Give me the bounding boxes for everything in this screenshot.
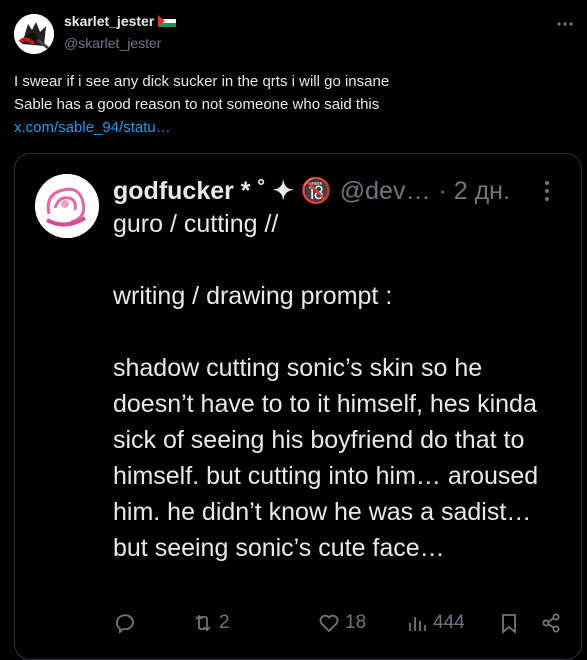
attached-image[interactable]: godfucker * ˚ ✦ 🔞 @dev… · 2 дн. guro / c… (14, 153, 582, 660)
reply-action (113, 606, 137, 640)
quoted-avatar-image (35, 174, 99, 238)
author-avatar[interactable] (14, 14, 54, 54)
avatar-image (14, 14, 54, 54)
palestine-flag-icon (158, 15, 177, 27)
more-horizontal-icon (557, 22, 573, 26)
quoted-header: godfucker * ˚ ✦ 🔞 @dev… · 2 дн. (113, 176, 510, 206)
views-action: 444 (405, 606, 465, 640)
heart-icon (319, 614, 339, 633)
quoted-action-bar: 2 18 444 (113, 606, 560, 640)
author-name-row: skarlet_jester (64, 13, 177, 29)
share-icon (542, 613, 560, 633)
repost-icon (195, 614, 211, 632)
like-count: 18 (345, 612, 367, 633)
quoted-timestamp: · 2 дн. (438, 176, 510, 205)
quoted-paragraph: guro / cutting // (113, 210, 279, 238)
repost-action: 2 (191, 606, 230, 640)
quoted-paragraph: shadow cutting sonic’s skin so he doesn’… (113, 354, 539, 562)
author-display-name[interactable]: skarlet_jester (64, 13, 154, 29)
quoted-display-name: godfucker * ˚ ✦ 🔞 (113, 177, 332, 205)
quoted-handle: @dev… (339, 176, 431, 205)
bookmark-icon (502, 614, 516, 634)
repost-count: 2 (219, 612, 230, 633)
views-icon (409, 617, 426, 631)
more-options-button[interactable] (553, 14, 577, 34)
author-handle[interactable]: @skarlet_jester (64, 35, 161, 51)
share-action (539, 606, 563, 640)
post: skarlet_jester @skarlet_jester I swear i… (0, 0, 587, 660)
quoted-author-avatar (35, 174, 99, 238)
quoted-paragraph: writing / drawing prompt : (113, 282, 393, 310)
views-count: 444 (433, 612, 465, 633)
more-vertical-icon (545, 181, 549, 201)
like-action: 18 (317, 606, 366, 640)
reply-icon (116, 614, 134, 635)
quoted-text: guro / cutting // writing / drawing prom… (113, 206, 565, 566)
bookmark-action (497, 606, 521, 640)
post-text: I swear if i see any dick sucker in the … (14, 70, 574, 139)
post-text-line: Sable has a good reason to not someone w… (14, 96, 380, 113)
post-text-line: I swear if i see any dick sucker in the … (14, 73, 390, 90)
post-link[interactable]: x.com/sable_94/statu… (14, 116, 574, 139)
quoted-more-icon (537, 176, 557, 206)
